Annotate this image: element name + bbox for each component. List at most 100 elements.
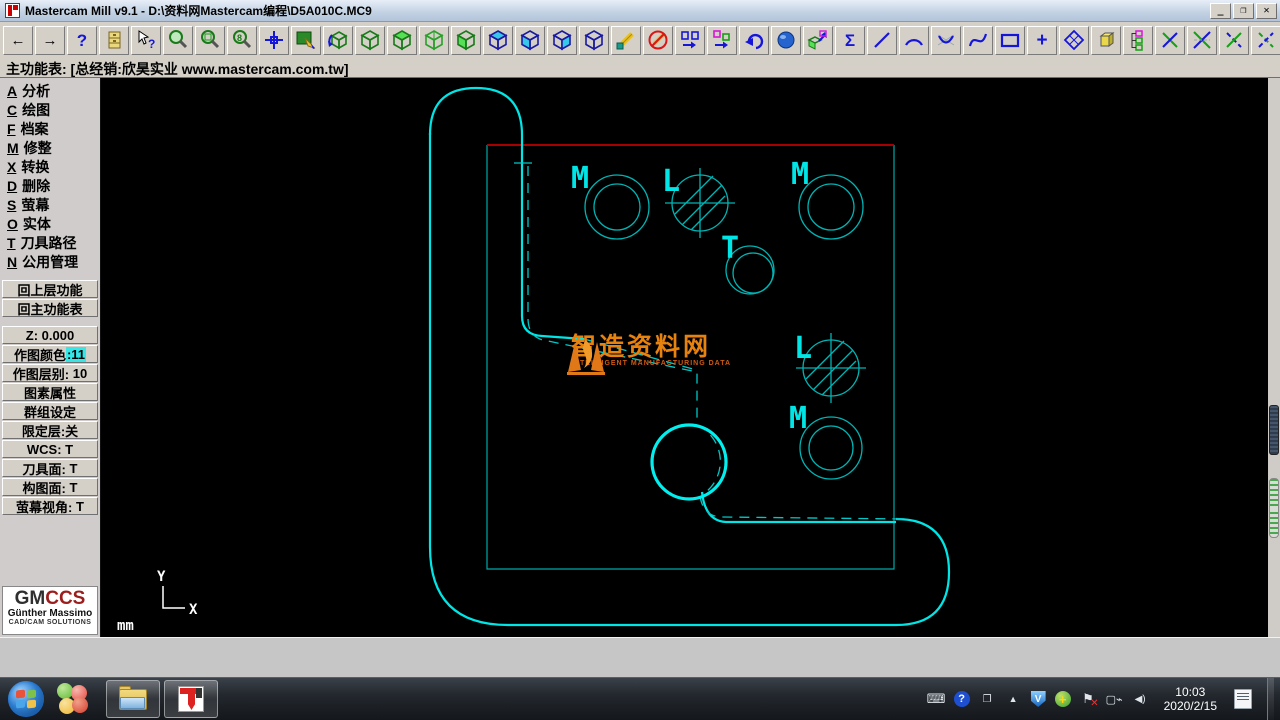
- main-menu-button[interactable]: 回主功能表: [2, 299, 98, 317]
- start-button[interactable]: [8, 681, 44, 717]
- create-line-icon[interactable]: [867, 25, 897, 55]
- trim-divide-icon[interactable]: [1219, 25, 1249, 55]
- security-shield-icon[interactable]: V: [1030, 691, 1046, 707]
- rotate-view-icon[interactable]: [323, 25, 353, 55]
- create-point-icon[interactable]: +: [1027, 25, 1057, 55]
- right-scrollbar[interactable]: [1268, 78, 1280, 637]
- menu-item-delete[interactable]: D 删除: [0, 176, 100, 195]
- create-spline-icon[interactable]: [963, 25, 993, 55]
- trim-three-icon[interactable]: [1251, 25, 1280, 55]
- minimize-button[interactable]: _: [1210, 2, 1231, 19]
- delete-entity-icon[interactable]: [643, 25, 673, 55]
- menu-item-modify[interactable]: M 修整: [0, 138, 100, 157]
- menu-item-solids[interactable]: O 实体: [0, 214, 100, 233]
- volume-icon[interactable]: ◀): [1132, 691, 1149, 708]
- explorer-taskbar-button[interactable]: [106, 680, 160, 718]
- help-tray-icon[interactable]: ?: [953, 691, 970, 707]
- cplane-side-icon[interactable]: [547, 25, 577, 55]
- copy-entities-icon[interactable]: [675, 25, 705, 55]
- shade-sphere-icon[interactable]: [771, 25, 801, 55]
- menu-item-toolpaths[interactable]: T 刀具路径: [0, 233, 100, 252]
- unzoom-icon[interactable]: 8: [227, 25, 257, 55]
- gview-side-icon[interactable]: [451, 25, 481, 55]
- z-depth-button[interactable]: Z: 0.000: [2, 326, 98, 344]
- groups-button[interactable]: 群组设定: [2, 402, 98, 420]
- cad-viewport[interactable]: M L M T L M Y X mm 智造资料网 INTELLIGENT MAN…: [101, 78, 1268, 637]
- wcs-button[interactable]: WCS: T: [2, 440, 98, 458]
- zoom-window-icon[interactable]: [195, 25, 225, 55]
- level-manager-icon[interactable]: [1123, 25, 1153, 55]
- drawing-color-button[interactable]: 作图颜色:11: [2, 345, 98, 363]
- keyboard-icon[interactable]: ⌨: [927, 691, 946, 708]
- drawing-level-button[interactable]: 作图层别: 10: [2, 364, 98, 382]
- menu-item-xform[interactable]: X 转换: [0, 157, 100, 176]
- cplane-3d-icon[interactable]: [579, 25, 609, 55]
- clock-date: 2020/2/15: [1163, 699, 1217, 713]
- sketch-pencil-icon[interactable]: [611, 25, 641, 55]
- watermark-logo-icon: [567, 340, 605, 375]
- close-button[interactable]: ✕: [1256, 2, 1277, 19]
- menu-item-file[interactable]: F 档案: [0, 119, 100, 138]
- axis-gnomon: Y X: [157, 569, 198, 618]
- action-center-flag-icon[interactable]: ⚑ ✕: [1080, 691, 1098, 709]
- restore-button[interactable]: ❐: [1233, 2, 1254, 19]
- create-arc-icon[interactable]: [899, 25, 929, 55]
- create-solid-icon[interactable]: [1091, 25, 1121, 55]
- title-bar[interactable]: Mastercam Mill v9.1 - D:\资料网Mastercam编程\…: [0, 0, 1280, 22]
- mastercam-taskbar-button[interactable]: [164, 680, 218, 718]
- create-surface-icon[interactable]: [1059, 25, 1089, 55]
- scrollbar-thumb-upper[interactable]: [1269, 405, 1279, 455]
- menu-item-analyze[interactable]: A 分析: [0, 81, 100, 100]
- main-toolbar: ← → ? ? 8 Σ +: [0, 22, 1280, 58]
- repaint-icon[interactable]: [291, 25, 321, 55]
- attributes-button[interactable]: 图素属性: [2, 383, 98, 401]
- graphics-view-button[interactable]: 萤幕视角: T: [2, 497, 98, 515]
- pan-icon[interactable]: [259, 25, 289, 55]
- menu-item-screen[interactable]: S 萤幕: [0, 195, 100, 214]
- help-icon[interactable]: ?: [67, 25, 97, 55]
- backup-menu-button[interactable]: 回上层功能: [2, 280, 98, 298]
- taskbar: ⌨ ? ❐ ▲ V + ⚑ ✕ ▢⌁ ◀) 10:03 2020/2/15: [0, 677, 1280, 720]
- taskbar-clock[interactable]: 10:03 2020/2/15: [1158, 685, 1223, 713]
- menu-item-utilities[interactable]: N 公用管理: [0, 252, 100, 271]
- color-swatch: :11: [65, 346, 87, 362]
- create-fillet-icon[interactable]: [931, 25, 961, 55]
- cplane-front-icon[interactable]: [515, 25, 545, 55]
- svg-text:8: 8: [237, 33, 242, 43]
- cplane-top-icon[interactable]: [483, 25, 513, 55]
- forward-arrow-icon[interactable]: →: [35, 25, 65, 55]
- browser-pinwheel-icon[interactable]: [56, 682, 90, 716]
- menu-item-create[interactable]: C 绘图: [0, 100, 100, 119]
- antivirus-plus-icon[interactable]: +: [1054, 691, 1071, 707]
- construction-plane-button[interactable]: 构图面: T: [2, 478, 98, 496]
- analyze-cursor-icon[interactable]: ?: [131, 25, 161, 55]
- show-desktop-button[interactable]: [1267, 677, 1274, 720]
- tool-plane-button[interactable]: 刀具面: T: [2, 459, 98, 477]
- restore-window-icon[interactable]: ❐: [979, 691, 996, 708]
- back-arrow-icon[interactable]: ←: [3, 25, 33, 55]
- undo-icon[interactable]: [739, 25, 769, 55]
- ime-doc-icon[interactable]: [1234, 689, 1252, 709]
- zoom-icon[interactable]: [163, 25, 193, 55]
- transform-icon[interactable]: [707, 25, 737, 55]
- file-cabinet-icon[interactable]: [99, 25, 129, 55]
- label-l2: L: [794, 331, 812, 366]
- mask-level-button[interactable]: 限定层:关: [2, 421, 98, 439]
- sigma-icon[interactable]: Σ: [835, 25, 865, 55]
- label-m2: M: [791, 157, 809, 192]
- gview-isometric-icon[interactable]: [355, 25, 385, 55]
- label-l1: L: [662, 164, 680, 199]
- trim-one-icon[interactable]: [1155, 25, 1185, 55]
- network-icon[interactable]: ▢⌁: [1106, 691, 1123, 708]
- scrollbar-thumb-lower[interactable]: [1269, 478, 1279, 538]
- tray-expand-icon[interactable]: ▲: [1005, 691, 1022, 708]
- watermark: 智造资料网 INTELLIGENT MANUFACTURING DATA: [563, 334, 731, 375]
- screen-next-icon[interactable]: [803, 25, 833, 55]
- gview-front-icon[interactable]: [419, 25, 449, 55]
- label-m3: M: [789, 401, 807, 436]
- folder-icon: [119, 685, 147, 710]
- trim-two-icon[interactable]: [1187, 25, 1217, 55]
- create-rectangle-icon[interactable]: [995, 25, 1025, 55]
- gview-top-icon[interactable]: [387, 25, 417, 55]
- hole-circles: [584, 168, 866, 480]
